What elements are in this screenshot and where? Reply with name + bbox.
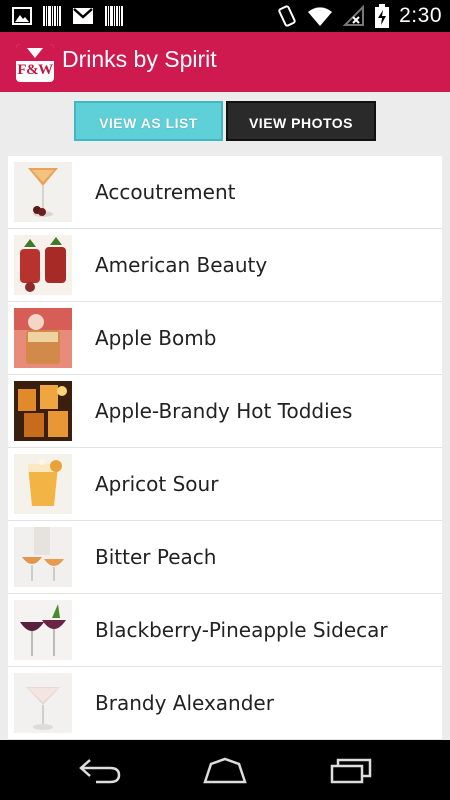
action-bar: F&W Drinks by Spirit <box>0 32 450 92</box>
no-signal-icon <box>343 5 365 27</box>
recents-icon[interactable] <box>328 756 374 788</box>
drink-name: American Beauty <box>95 253 268 277</box>
notification-icons <box>12 6 124 26</box>
drink-name: Accoutrement <box>95 180 236 204</box>
app-logo[interactable]: F&W <box>16 44 54 82</box>
battery-charging-icon <box>375 4 390 28</box>
navigation-bar <box>0 740 450 800</box>
drink-list: Accoutrement American Beauty Apple Bomb … <box>8 156 442 740</box>
drink-thumbnail <box>14 527 72 587</box>
drink-name: Bitter Peach <box>95 545 217 569</box>
page-title: Drinks by Spirit <box>62 46 217 72</box>
view-as-list-label: VIEW AS LIST <box>99 115 198 131</box>
wifi-icon <box>307 5 333 27</box>
drink-thumbnail <box>14 673 72 733</box>
view-switcher: VIEW AS LIST VIEW PHOTOS <box>74 101 376 141</box>
clock: 2:30 <box>399 4 442 27</box>
view-photos-label: VIEW PHOTOS <box>248 115 354 131</box>
status-bar: 2:30 <box>0 0 450 32</box>
drink-thumbnail <box>14 162 72 222</box>
drink-thumbnail <box>14 600 72 660</box>
back-icon[interactable] <box>78 756 122 788</box>
drink-thumbnail <box>14 235 72 295</box>
view-as-list-button[interactable]: VIEW AS LIST <box>74 101 223 141</box>
barcode-icon <box>42 6 62 26</box>
drink-thumbnail <box>14 381 72 441</box>
gallery-icon <box>12 7 32 25</box>
list-item[interactable]: American Beauty <box>8 229 442 302</box>
logo-text: F&W <box>17 62 53 78</box>
vibrate-icon <box>277 4 297 28</box>
system-icons: 2:30 <box>277 4 442 28</box>
list-item[interactable]: Apple-Brandy Hot Toddies <box>8 375 442 448</box>
list-item[interactable]: Bitter Peach <box>8 521 442 594</box>
cocktail-glass-icon <box>27 48 43 58</box>
drink-name: Apple Bomb <box>95 326 217 350</box>
list-item[interactable]: Apricot Sour <box>8 448 442 521</box>
list-item[interactable]: Accoutrement <box>8 156 442 229</box>
drink-name: Apple-Brandy Hot Toddies <box>95 399 353 423</box>
drink-name: Blackberry-Pineapple Sidecar <box>95 618 388 642</box>
view-photos-button[interactable]: VIEW PHOTOS <box>226 101 376 141</box>
drink-thumbnail <box>14 308 72 368</box>
drink-name: Apricot Sour <box>95 472 219 496</box>
drink-name: Brandy Alexander <box>95 691 274 715</box>
list-item[interactable]: Apple Bomb <box>8 302 442 375</box>
barcode-icon <box>104 6 124 26</box>
home-icon[interactable] <box>201 756 249 788</box>
list-item[interactable]: Blackberry-Pineapple Sidecar <box>8 594 442 667</box>
drink-thumbnail <box>14 454 72 514</box>
list-item[interactable]: Brandy Alexander <box>8 667 442 740</box>
gmail-icon <box>72 7 94 25</box>
